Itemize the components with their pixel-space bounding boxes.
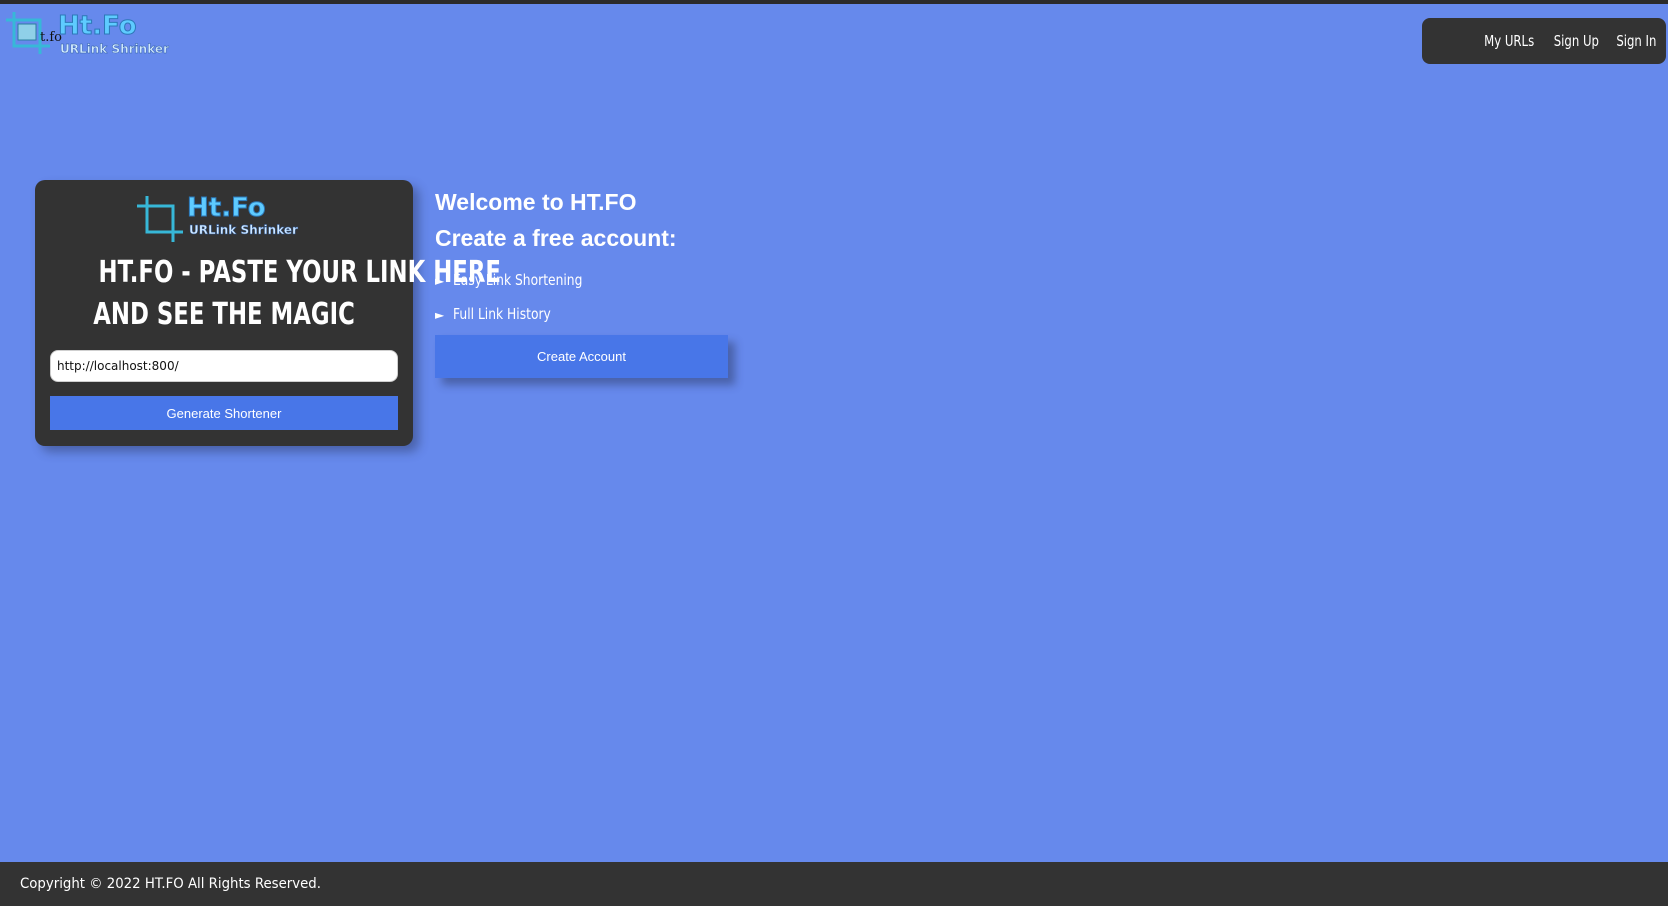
card-logo-text: Ht.Fo xyxy=(187,193,267,223)
footer: Copyright © 2022 HT.FO All Rights Reserv… xyxy=(0,862,1668,906)
nav-sign-in[interactable]: Sign In xyxy=(1616,32,1656,50)
shortener-card: Ht.Fo URLink Shrinker HT.FO - PASTE YOUR… xyxy=(35,180,501,446)
card-title: HT.FO - PASTE YOUR LINK HERE AND SEE THE… xyxy=(35,252,501,336)
copyright-text: Copyright © 2022 HT.FO All Rights Reserv… xyxy=(20,876,321,892)
feature-item: ► Easy Link Shortening xyxy=(435,263,677,297)
feature-text: Easy Link Shortening xyxy=(453,271,583,289)
arrow-right-icon: ► xyxy=(435,308,445,322)
arrow-right-icon: ► xyxy=(435,274,445,288)
card-logo: Ht.Fo URLink Shrinker xyxy=(133,194,313,244)
site-logo[interactable]: t.fo Ht.Fo URLink Shrinker xyxy=(4,10,174,60)
nav-my-urls[interactable]: My URLs xyxy=(1485,32,1535,50)
card-logo-tagline: URLink Shrinker xyxy=(189,223,298,237)
feature-item: ► Full Link History xyxy=(435,297,677,331)
nav-sign-up[interactable]: Sign Up xyxy=(1553,32,1598,50)
welcome-section: Welcome to HT.FO Create a free account: … xyxy=(435,187,677,331)
crop-logo-icon xyxy=(137,196,183,242)
url-input[interactable] xyxy=(50,350,398,382)
generate-shortener-button[interactable]: Generate Shortener xyxy=(50,396,398,430)
logo-text: Ht.Fo xyxy=(58,11,138,41)
create-account-button[interactable]: Create Account xyxy=(435,335,728,378)
card-title-line2: AND SEE THE MAGIC xyxy=(93,297,355,332)
welcome-subheading: Create a free account: xyxy=(435,225,677,251)
logo-tagline: URLink Shrinker xyxy=(60,42,169,56)
feature-text: Full Link History xyxy=(453,305,551,323)
feature-list: ► Easy Link Shortening ► Full Link History xyxy=(435,263,677,331)
welcome-heading: Welcome to HT.FO xyxy=(435,189,637,215)
top-nav: My URLs Sign Up Sign In xyxy=(1422,18,1666,64)
